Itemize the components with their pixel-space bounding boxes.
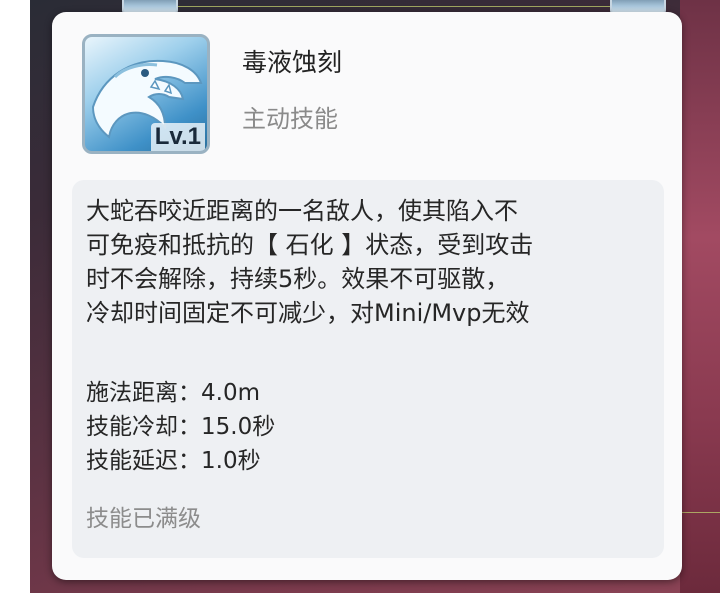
skill-type: 主动技能 [242,105,338,133]
skill-info-box: 大蛇吞咬近距离的一名敌人，使其陷入不 可免疫和抵抗的【 石化 】状态，受到攻击 … [72,180,664,558]
stat-value: 4.0m [201,380,260,406]
skill-name: 毒液蚀刻 [242,48,343,77]
skill-tooltip-panel: Lv.1 毒液蚀刻 主动技能 大蛇吞咬近距离的一名敌人，使其陷入不 可免疫和抵抗… [52,12,682,580]
stat-value: 15.0秒 [201,414,276,440]
serpent-head-icon: Lv.1 [82,34,210,154]
stat-value: 1.0秒 [201,448,261,474]
background-line [170,6,610,7]
skill-level-badge: Lv.1 [150,123,205,151]
background-right-strip [680,0,720,593]
stat-label: 施法距离： [86,380,201,406]
stat-cooldown: 技能冷却：15.0秒 [86,410,646,444]
game-screen: Lv.1 毒液蚀刻 主动技能 大蛇吞咬近距离的一名敌人，使其陷入不 可免疫和抵抗… [0,0,720,593]
stat-label: 技能延迟： [86,448,201,474]
max-level-status: 技能已满级 [86,506,201,532]
skill-stats: 施法距离：4.0m 技能冷却：15.0秒 技能延迟：1.0秒 [86,376,646,478]
stat-delay: 技能延迟：1.0秒 [86,444,646,478]
background-line [682,512,720,513]
stat-cast-range: 施法距离：4.0m [86,376,646,410]
skill-description: 大蛇吞咬近距离的一名敌人，使其陷入不 可免疫和抵抗的【 石化 】状态，受到攻击 … [86,197,534,327]
stat-label: 技能冷却： [86,414,201,440]
